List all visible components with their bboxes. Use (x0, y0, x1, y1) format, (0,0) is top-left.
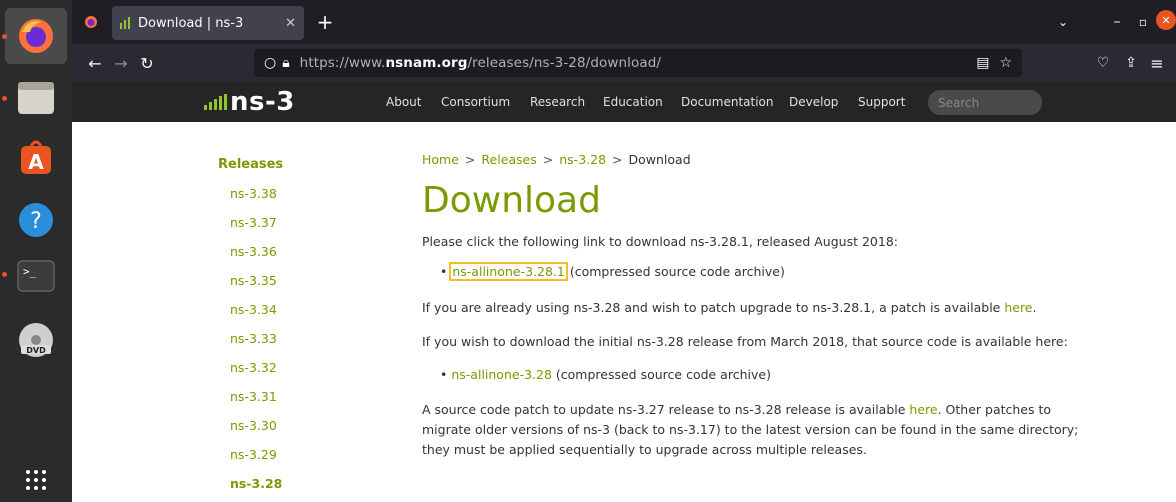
breadcrumb-separator: > (542, 152, 554, 167)
reader-view-icon[interactable]: ▤ (976, 55, 989, 71)
sidebar-item-ns-3-33[interactable]: ns-3.33 (230, 331, 277, 346)
sidebar-item-ns-3-31[interactable]: ns-3.31 (230, 389, 277, 404)
breadcrumb: Home > Releases > ns-3.28 > Download (422, 152, 691, 167)
site-header: ns-3 About Consortium Research Education… (72, 82, 1176, 122)
address-bar[interactable]: ○ 🔒︎ https://www.nsnam.org/releases/ns-3… (254, 49, 1022, 77)
site-search-input[interactable] (928, 90, 1042, 115)
url-prefix: https://www. (299, 55, 386, 71)
nav-support[interactable]: Support (858, 82, 905, 122)
url-text[interactable]: https://www.nsnam.org/releases/ns-3-28/d… (300, 55, 661, 71)
running-indicator (2, 34, 7, 39)
para-line3: they must be applied sequentially to upg… (422, 442, 867, 457)
bookmark-star-icon[interactable]: ☆ (999, 55, 1012, 71)
hamburger-menu-icon[interactable]: ≡ (1144, 50, 1170, 76)
page-title: Download (422, 180, 601, 221)
sidebar-item-ns-3-37[interactable]: ns-3.37 (230, 215, 277, 230)
para-line2: migrate older versions of ns-3 (back to … (422, 422, 1079, 437)
close-window-icon[interactable]: ✕ (1156, 10, 1176, 30)
ns3-favicon-icon (120, 17, 130, 29)
signal-bars-icon (204, 94, 227, 110)
terminal-dock-icon[interactable]: >_ (0, 248, 72, 304)
close-tab-icon[interactable]: ✕ (285, 16, 296, 31)
update-patch-here-link[interactable]: here (909, 402, 937, 417)
help-dock-icon[interactable]: ? (0, 192, 72, 248)
sidebar-item-ns-3-35[interactable]: ns-3.35 (230, 273, 277, 288)
sidebar-heading: Releases (218, 157, 284, 172)
new-tab-icon[interactable]: + (312, 9, 338, 35)
back-icon[interactable]: ← (82, 50, 108, 76)
url-domain: nsnam.org (385, 55, 468, 71)
intro-text: Please click the following link to downl… (422, 234, 898, 249)
url-path: /releases/ns-3-28/download/ (467, 55, 662, 71)
page-content: Releases ns-3.38 ns-3.37 ns-3.36 ns-3.35… (72, 122, 1176, 502)
share-icon[interactable]: ⇪ (1118, 50, 1144, 76)
ubuntu-dock: A ? >_ DVD (0, 0, 72, 502)
ns3-logo[interactable]: ns-3 (204, 86, 295, 118)
patch-text: If you are already using ns-3.28 and wis… (422, 298, 1036, 318)
download-list-item: • ns-allinone-3.28 (compressed source co… (440, 367, 771, 382)
svg-text:DVD: DVD (26, 346, 46, 355)
initial-release-text: If you wish to download the initial ns-3… (422, 334, 1068, 349)
bullet-icon: • (440, 264, 452, 279)
files-dock-icon[interactable] (0, 70, 72, 126)
forward-icon[interactable]: → (108, 50, 134, 76)
breadcrumb-separator: > (612, 152, 623, 167)
tab-title: Download | ns-3 (138, 15, 244, 31)
logo-text: ns-3 (230, 87, 295, 117)
breadcrumb-version[interactable]: ns-3.28 (559, 152, 606, 167)
sidebar-item-ns-3-38[interactable]: ns-3.38 (230, 186, 277, 201)
nav-documentation[interactable]: Documentation (681, 82, 774, 122)
shield-icon[interactable]: ○ (264, 55, 276, 71)
restore-icon[interactable]: ▫ (1130, 9, 1156, 35)
browser-tab-bar: Download | ns-3 ✕ + ⌄ – ▫ ✕ (72, 0, 1176, 44)
software-store-dock-icon[interactable]: A (0, 130, 72, 186)
dvd-dock-icon[interactable]: DVD (0, 312, 72, 368)
patch-text-body: If you are already using ns-3.28 and wis… (422, 300, 1005, 315)
list-tabs-icon[interactable]: ⌄ (1050, 9, 1076, 35)
breadcrumb-separator: > (464, 152, 476, 167)
link1-description: (compressed source code archive) (565, 264, 785, 279)
breadcrumb-current: Download (628, 152, 691, 167)
download-list-item: • ns-allinone-3.28.1 (compressed source … (440, 262, 785, 281)
pocket-icon[interactable]: ♡ (1090, 50, 1116, 76)
sidebar-item-ns-3-29[interactable]: ns-3.29 (230, 447, 277, 462)
nav-research[interactable]: Research (530, 82, 585, 122)
sidebar-item-ns-3-28[interactable]: ns-3.28 (230, 476, 282, 491)
lock-icon[interactable]: 🔒︎ (282, 55, 289, 71)
sidebar-item-ns-3-32[interactable]: ns-3.32 (230, 360, 277, 375)
breadcrumb-home[interactable]: Home (422, 152, 459, 167)
svg-text:>_: >_ (23, 265, 37, 278)
patch-paragraph: A source code patch to update ns-3.27 re… (422, 400, 1078, 460)
firefox-menu-icon[interactable] (78, 9, 104, 35)
para-line1-a: A source code patch to update ns-3.27 re… (422, 402, 910, 417)
svg-text:A: A (28, 150, 44, 174)
sidebar-item-ns-3-36[interactable]: ns-3.36 (230, 244, 277, 259)
firefox-dock-icon[interactable] (5, 8, 67, 64)
running-indicator (2, 272, 7, 277)
nav-consortium[interactable]: Consortium (441, 82, 510, 122)
para-line1-b: . Other patches to (937, 402, 1052, 417)
link2-description: (compressed source code archive) (551, 367, 771, 382)
running-indicator (2, 96, 7, 101)
nav-education[interactable]: Education (603, 82, 663, 122)
patch-period: . (1032, 300, 1037, 315)
ns-allinone-3-28-1-link[interactable]: ns-allinone-3.28.1 (449, 262, 568, 281)
nav-develop[interactable]: Develop (789, 82, 838, 122)
tab-download-ns3[interactable]: Download | ns-3 ✕ (112, 6, 304, 40)
sidebar-item-ns-3-34[interactable]: ns-3.34 (230, 302, 277, 317)
nav-about[interactable]: About (386, 82, 421, 122)
ns-allinone-3-28-link[interactable]: ns-allinone-3.28 (451, 367, 552, 382)
browser-nav-bar: ← → ↻ ○ 🔒︎ https://www.nsnam.org/release… (72, 44, 1176, 82)
breadcrumb-releases[interactable]: Releases (481, 152, 536, 167)
sidebar-item-ns-3-30[interactable]: ns-3.30 (230, 418, 277, 433)
bullet-icon: • (440, 367, 452, 382)
svg-text:?: ? (30, 209, 42, 234)
show-apps-icon[interactable] (0, 452, 72, 502)
reload-icon[interactable]: ↻ (134, 50, 160, 76)
minimize-icon[interactable]: – (1104, 9, 1130, 35)
patch-here-link[interactable]: here (1004, 300, 1032, 315)
